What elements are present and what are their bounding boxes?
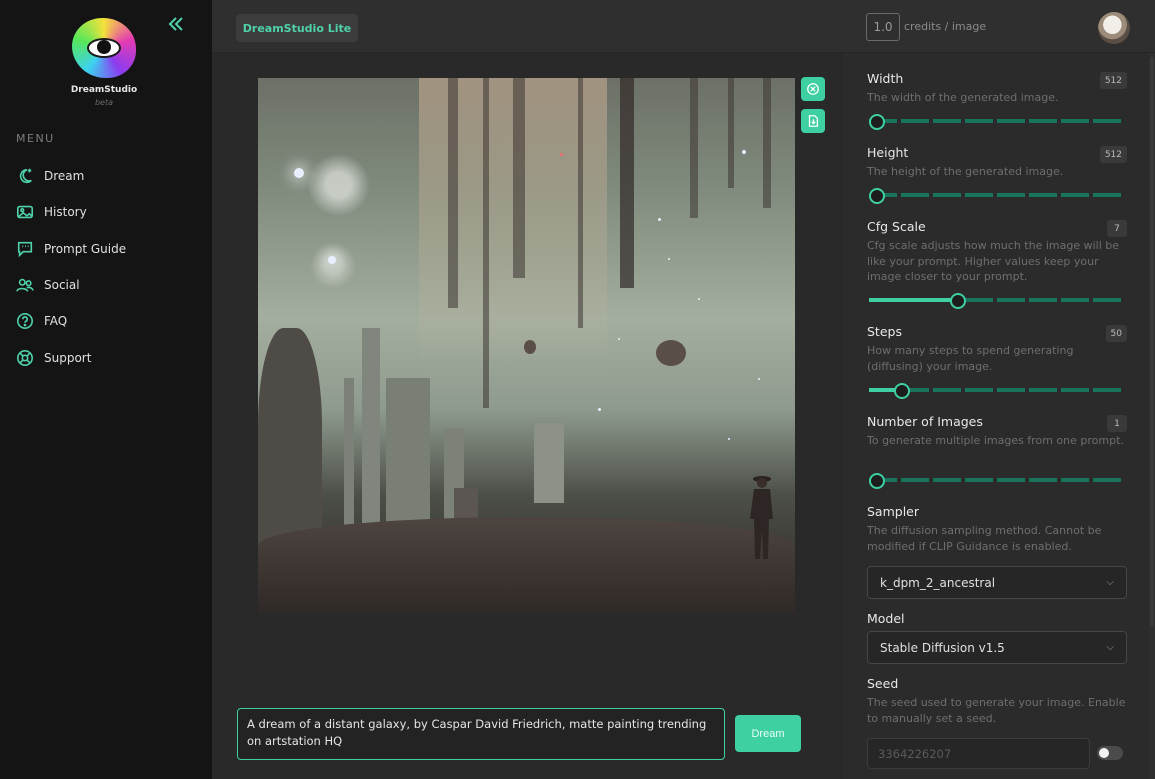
collapse-sidebar-icon[interactable]	[166, 14, 190, 38]
model-title: Model	[867, 611, 905, 626]
sidebar-nav: Dream History Prompt Guide Social FAQ Su…	[14, 158, 204, 376]
width-desc: The width of the generated image.	[867, 91, 1059, 104]
sidebar-item-dream[interactable]: Dream	[14, 158, 204, 194]
brand-tag: beta	[94, 98, 114, 107]
height-desc: The height of the generated image.	[867, 165, 1064, 178]
product-tab[interactable]: DreamStudio Lite	[236, 14, 358, 42]
sidebar-item-faq[interactable]: FAQ	[14, 303, 204, 339]
sidebar-item-label: Dream	[44, 169, 85, 184]
sampler-desc: The diffusion sampling method. Cannot be…	[867, 524, 1102, 553]
question-circle-icon	[14, 310, 36, 332]
sidebar-item-label: Prompt Guide	[44, 241, 127, 256]
num-images-slider[interactable]	[867, 473, 1123, 489]
close-circle-icon[interactable]	[801, 77, 825, 101]
moon-star-icon	[14, 165, 36, 187]
setting-seed: Seed The seed used to generate your imag…	[867, 676, 1127, 726]
num-images-desc: To generate multiple images from one pro…	[867, 434, 1124, 447]
cfg-value: 7	[1107, 220, 1127, 237]
scrollbar[interactable]	[1149, 53, 1155, 779]
width-value: 512	[1099, 72, 1127, 89]
sidebar-item-support[interactable]: Support	[14, 339, 204, 375]
cfg-slider[interactable]	[867, 293, 1123, 309]
sampler-title: Sampler	[867, 504, 920, 519]
sampler-select[interactable]: k_dpm_2_ancestral ⌵	[867, 566, 1127, 599]
width-title: Width	[867, 71, 904, 86]
menu-heading: MENU	[16, 132, 55, 145]
download-icon[interactable]	[801, 109, 825, 133]
height-slider[interactable]	[867, 188, 1123, 204]
model-selected: Stable Diffusion v1.5	[880, 640, 1005, 655]
steps-title: Steps	[867, 324, 902, 339]
height-value: 512	[1099, 146, 1127, 163]
setting-model: Model	[867, 611, 1127, 626]
seed-toggle[interactable]	[1097, 746, 1123, 760]
height-title: Height	[867, 145, 909, 160]
sidebar-item-label: FAQ	[44, 314, 68, 329]
users-icon	[14, 274, 36, 296]
seed-input[interactable]	[867, 738, 1090, 769]
sidebar-item-prompt-guide[interactable]: Prompt Guide	[14, 231, 204, 267]
width-slider[interactable]	[867, 114, 1123, 130]
prompt-input[interactable]: A dream of a distant galaxy, by Caspar D…	[237, 708, 725, 760]
setting-height: Height 512 The height of the generated i…	[867, 145, 1127, 180]
credits-label: credits / image	[904, 20, 987, 33]
lifebuoy-icon	[14, 347, 36, 369]
cfg-title: Cfg Scale	[867, 219, 926, 234]
sidebar-item-label: Social	[44, 278, 80, 293]
settings-panel: Width 512 The width of the generated ima…	[841, 53, 1155, 779]
sidebar-item-label: Support	[44, 350, 92, 365]
seed-title: Seed	[867, 676, 899, 691]
chat-bubble-icon	[14, 238, 36, 260]
setting-width: Width 512 The width of the generated ima…	[867, 71, 1127, 106]
setting-cfg-scale: Cfg Scale 7 Cfg scale adjusts how much t…	[867, 219, 1127, 285]
dream-button[interactable]: Dream	[735, 715, 801, 752]
top-bar: DreamStudio Lite 1.0 credits / image	[168, 0, 1155, 53]
setting-steps: Steps 50 How many steps to spend generat…	[867, 324, 1127, 374]
num-images-title: Number of Images	[867, 414, 983, 429]
model-select[interactable]: Stable Diffusion v1.5 ⌵	[867, 631, 1127, 664]
brand-name: DreamStudio	[70, 85, 138, 95]
seed-desc: The seed used to generate your image. En…	[867, 696, 1126, 725]
avatar[interactable]	[1098, 12, 1130, 44]
setting-sampler: Sampler The diffusion sampling method. C…	[867, 504, 1127, 554]
image-icon	[14, 201, 36, 223]
sidebar-item-label: History	[44, 205, 87, 220]
steps-value: 50	[1105, 325, 1127, 342]
sidebar-item-social[interactable]: Social	[14, 267, 204, 303]
setting-number-of-images: Number of Images 1 To generate multiple …	[867, 414, 1127, 449]
generated-image	[258, 78, 795, 613]
chevron-down-icon: ⌵	[1106, 642, 1114, 653]
num-images-value: 1	[1107, 415, 1127, 432]
steps-desc: How many steps to spend generating (diff…	[867, 344, 1074, 373]
dreamstudio-logo	[72, 18, 138, 80]
sampler-selected: k_dpm_2_ancestral	[880, 575, 996, 590]
chevron-down-icon: ⌵	[1106, 577, 1114, 588]
steps-slider[interactable]	[867, 383, 1123, 399]
sidebar: DreamStudio beta MENU Dream History Prom…	[0, 0, 212, 779]
sidebar-item-history[interactable]: History	[14, 194, 204, 230]
cfg-desc: Cfg scale adjusts how much the image wil…	[867, 239, 1120, 283]
credits-value: 1.0	[866, 13, 900, 41]
main-canvas: A dream of a distant galaxy, by Caspar D…	[212, 53, 840, 779]
